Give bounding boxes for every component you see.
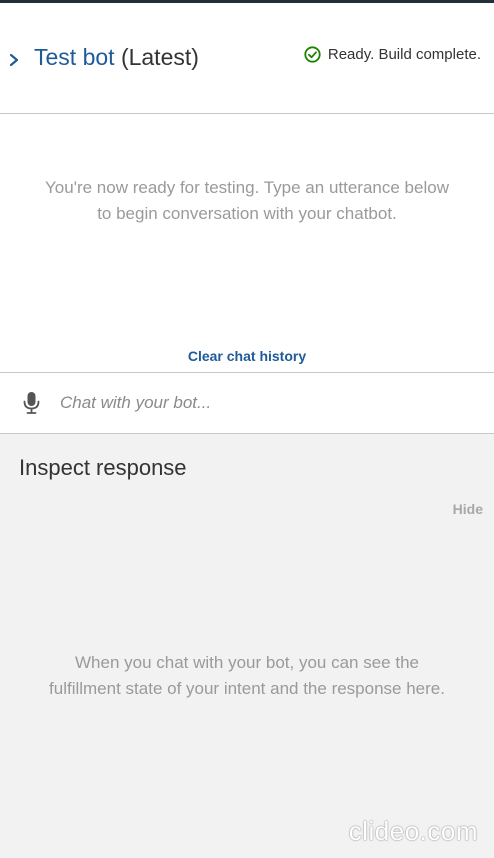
inspect-line-1: When you chat with your bot, you can see…	[75, 653, 419, 672]
bot-version: (Latest)	[120, 44, 199, 70]
clear-chat-history-link[interactable]: Clear chat history	[0, 348, 494, 364]
test-bot-header: Test bot (Latest) Ready. Build complete.	[0, 3, 494, 113]
intro-message: You're now ready for testing. Type an ut…	[0, 175, 494, 227]
watermark: clideo.com	[348, 816, 478, 846]
chat-input[interactable]	[60, 390, 480, 416]
intro-line-2: to begin conversation with your chatbot.	[97, 204, 397, 223]
bot-name: Test bot	[34, 44, 115, 70]
inspect-response-title: Inspect response	[19, 455, 187, 480]
build-status: Ready. Build complete.	[304, 46, 481, 63]
microphone-icon[interactable]	[22, 391, 41, 415]
header-divider	[0, 113, 494, 114]
inspect-placeholder-message: When you chat with your bot, you can see…	[0, 650, 494, 702]
inspect-line-2: fulfillment state of your intent and the…	[49, 679, 445, 698]
panel-title: Test bot (Latest)	[34, 43, 199, 71]
intro-line-1: You're now ready for testing. Type an ut…	[45, 178, 449, 197]
build-status-text: Ready. Build complete.	[327, 46, 481, 63]
hide-button[interactable]: Hide	[453, 501, 483, 517]
inspect-response-panel: Inspect response Hide When you chat with…	[0, 434, 494, 858]
check-circle-icon	[304, 46, 321, 63]
chevron-right-icon[interactable]	[7, 52, 21, 68]
chat-input-row	[0, 373, 494, 433]
